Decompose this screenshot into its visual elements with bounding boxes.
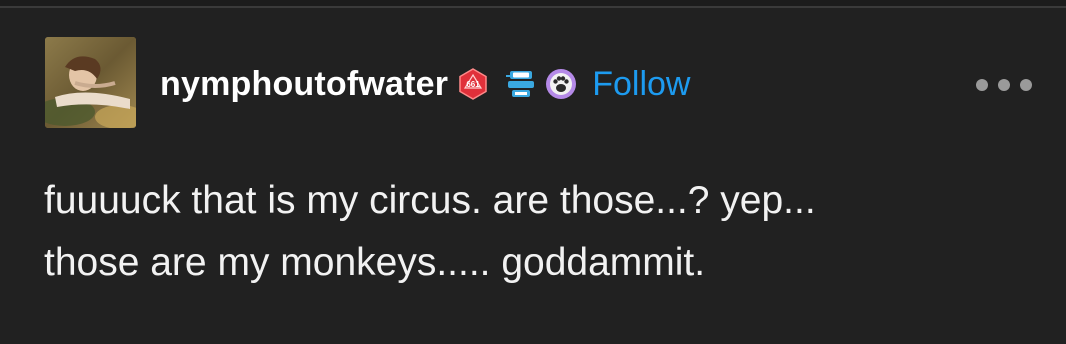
d20-badge-icon[interactable]: 661	[456, 67, 490, 101]
post-text-line: fuuuuck that is my circus. are those...?…	[44, 179, 816, 222]
dot	[998, 79, 1010, 91]
top-divider	[0, 0, 1066, 8]
dot	[1020, 79, 1032, 91]
d20-badge-text: 661	[467, 80, 481, 89]
paw-badge-icon[interactable]	[544, 67, 578, 101]
post-body: fuuuuck that is my circus. are those...?…	[44, 170, 1034, 294]
tumblr-post: nymphoutofwater 661 Follow fuuuuck that …	[0, 8, 1066, 344]
post-text-line: those are my monkeys..... goddammit.	[44, 241, 706, 284]
avatar[interactable]	[45, 37, 136, 128]
more-options-icon[interactable]	[976, 78, 1032, 92]
robot-badge-icon[interactable]	[504, 67, 538, 101]
follow-button[interactable]: Follow	[592, 65, 690, 104]
post-header: nymphoutofwater 661 Follow	[160, 62, 690, 106]
username[interactable]: nymphoutofwater	[160, 65, 448, 104]
dot	[976, 79, 988, 91]
